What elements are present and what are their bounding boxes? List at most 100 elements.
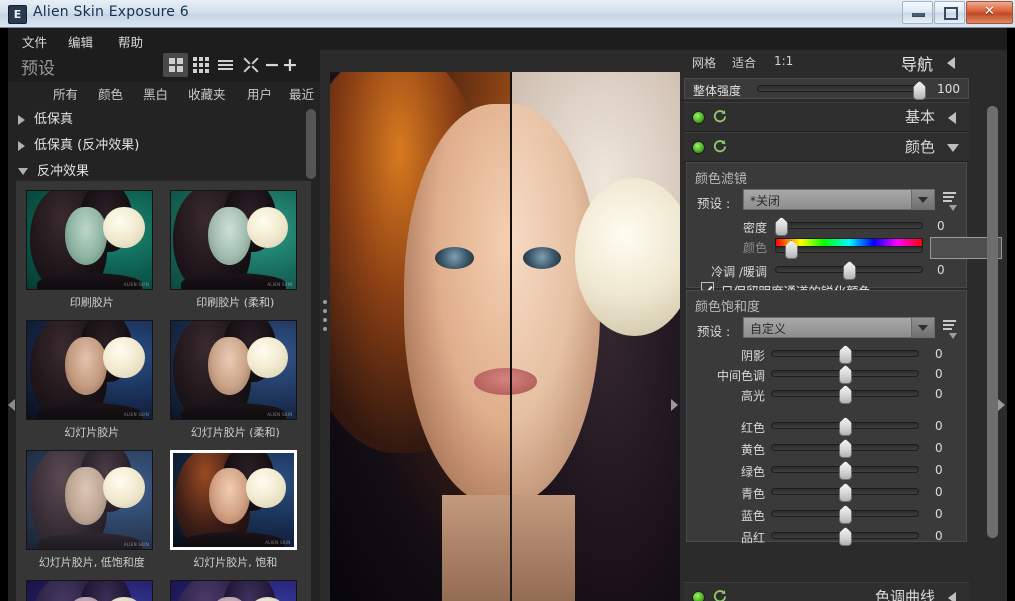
section-header-color[interactable]: 颜色 bbox=[684, 132, 969, 162]
tree-group-lowfi-crossprocess[interactable]: 低保真 (反冲效果) bbox=[8, 133, 320, 159]
preset-item-selected[interactable]: ALIEN SKIN 幻灯片胶片, 饱和 bbox=[169, 450, 302, 578]
color-filter-preset-combo[interactable]: *关闭 bbox=[743, 189, 935, 210]
preset-thumbnail[interactable]: ALIEN SKIN bbox=[26, 580, 153, 601]
color-saturation-menu-icon[interactable] bbox=[943, 320, 957, 339]
preset-thumbnail[interactable]: ALIEN SKIN bbox=[169, 450, 297, 550]
blue-knob[interactable] bbox=[839, 505, 852, 524]
section-enable-led-icon[interactable] bbox=[692, 111, 705, 124]
preset-item[interactable]: ALIEN SKIN 幻灯片胶片, 冷色 bbox=[169, 580, 302, 601]
color-saturation-preset-combo[interactable]: 自定义 bbox=[743, 317, 935, 338]
navigator-header: 网格 适合 1:1 导航 bbox=[684, 50, 969, 76]
preset-item[interactable]: ALIEN SKIN 印刷胶片 (柔和) bbox=[169, 190, 302, 318]
image-preview-area[interactable] bbox=[330, 50, 680, 601]
collapse-right-panel-button[interactable] bbox=[998, 390, 1007, 420]
view-mode-fit[interactable]: 适合 bbox=[732, 54, 756, 71]
preset-thumbnail[interactable]: ALIEN SKIN bbox=[26, 190, 153, 290]
filter-favorites[interactable]: 收藏夹 bbox=[188, 84, 226, 103]
density-knob[interactable] bbox=[775, 217, 788, 236]
splitter-grip-icon bbox=[323, 295, 327, 336]
preset-item[interactable]: ALIEN SKIN 幻灯片胶片 (柔和) bbox=[169, 320, 302, 448]
before-image bbox=[330, 72, 510, 601]
yellow-knob[interactable] bbox=[839, 439, 852, 458]
section-header-tone-curve[interactable]: 色调曲线 bbox=[684, 582, 969, 601]
cyan-knob[interactable] bbox=[839, 483, 852, 502]
maximize-button[interactable] bbox=[934, 1, 965, 24]
red-knob[interactable] bbox=[839, 417, 852, 436]
close-button[interactable]: ✕ bbox=[966, 1, 1013, 24]
yellow-label: 黄色 bbox=[740, 443, 765, 457]
minimize-icon bbox=[912, 13, 925, 17]
list-icon bbox=[218, 58, 233, 72]
section-header-basic[interactable]: 基本 bbox=[684, 102, 969, 132]
view-small-grid-button[interactable] bbox=[188, 53, 213, 77]
preset-item[interactable]: ALIEN SKIN 幻灯片胶片 bbox=[26, 320, 158, 448]
presets-panel: 预设 − + 所有 颜色 黑白 收藏夹 用户 最近 低保真 低保真 (反冲效果)… bbox=[8, 50, 320, 601]
preset-item[interactable]: ALIEN SKIN 印刷胶片 bbox=[26, 190, 158, 318]
filter-color[interactable]: 颜色 bbox=[98, 84, 123, 103]
highlights-knob[interactable] bbox=[839, 385, 852, 404]
collapse-center-button[interactable] bbox=[670, 390, 680, 420]
preview-before bbox=[330, 72, 510, 601]
preset-thumbnail[interactable]: ALIEN SKIN bbox=[26, 450, 153, 550]
reset-icon[interactable] bbox=[712, 589, 727, 601]
magenta-label: 品红 bbox=[740, 531, 765, 545]
overall-strength-knob[interactable] bbox=[913, 81, 926, 100]
left-splitter[interactable] bbox=[320, 50, 330, 601]
presets-view-mode-group: − + bbox=[163, 53, 299, 77]
view-mode-grid[interactable]: 网格 bbox=[692, 54, 716, 71]
density-slider-row: 密度 0 bbox=[687, 216, 968, 236]
chevron-down-icon[interactable] bbox=[911, 318, 934, 337]
preset-item[interactable]: ALIEN SKIN 幻灯片胶片, 蓝色 bbox=[26, 580, 158, 601]
shadows-slider-row: 阴影 0 bbox=[687, 344, 968, 364]
green-label: 绿色 bbox=[740, 465, 765, 479]
after-image bbox=[512, 72, 680, 601]
cyan-slider-row: 青色 0 bbox=[687, 482, 968, 502]
settings-scrollbar[interactable] bbox=[987, 106, 998, 538]
before-after-divider[interactable] bbox=[510, 72, 512, 601]
color-filter-menu-icon[interactable] bbox=[943, 192, 957, 211]
collapse-all-icon bbox=[242, 57, 259, 73]
magenta-value: 0 bbox=[935, 529, 943, 543]
chevron-left-icon bbox=[8, 399, 15, 411]
filter-user[interactable]: 用户 bbox=[247, 84, 272, 103]
preset-thumbnail[interactable]: ALIEN SKIN bbox=[169, 320, 297, 420]
thumb-size-decrease-button[interactable]: − bbox=[263, 55, 281, 75]
section-collapse-icon[interactable] bbox=[948, 592, 956, 601]
temperature-knob[interactable] bbox=[843, 261, 856, 280]
collapse-left-panel-button[interactable] bbox=[8, 390, 16, 420]
reset-icon[interactable] bbox=[712, 139, 727, 154]
midtones-knob[interactable] bbox=[839, 365, 852, 384]
tree-group-label: 低保真 (反冲效果) bbox=[34, 138, 140, 153]
preset-item[interactable]: ALIEN SKIN 幻灯片胶片, 低饱和度 bbox=[26, 450, 158, 578]
split-preview[interactable] bbox=[330, 72, 680, 601]
settings-scrollbar-thumb[interactable] bbox=[987, 106, 998, 538]
section-expand-icon[interactable] bbox=[947, 144, 959, 152]
section-enable-led-icon[interactable] bbox=[692, 141, 705, 154]
shadows-knob[interactable] bbox=[839, 345, 852, 364]
navigator-collapse-icon[interactable] bbox=[947, 57, 955, 69]
preset-thumbnail[interactable]: ALIEN SKIN bbox=[169, 190, 297, 290]
filter-all[interactable]: 所有 bbox=[53, 84, 78, 103]
tree-group-lowfi[interactable]: 低保真 bbox=[8, 107, 320, 133]
reset-icon[interactable] bbox=[712, 109, 727, 124]
preset-thumbnail[interactable]: ALIEN SKIN bbox=[26, 320, 153, 420]
chevron-down-icon[interactable] bbox=[911, 190, 934, 209]
preview-after bbox=[512, 72, 680, 601]
filter-recent[interactable]: 最近 bbox=[289, 84, 314, 103]
overall-strength-row: 整体强度 100 bbox=[684, 78, 969, 100]
filter-bw[interactable]: 黑白 bbox=[143, 84, 168, 103]
collapse-all-button[interactable] bbox=[238, 53, 263, 77]
view-mode-1-1[interactable]: 1:1 bbox=[774, 54, 793, 68]
green-knob[interactable] bbox=[839, 461, 852, 480]
section-enable-led-icon[interactable] bbox=[692, 591, 705, 601]
view-large-grid-button[interactable] bbox=[163, 53, 188, 77]
preset-thumbnail[interactable]: ALIEN SKIN bbox=[169, 580, 297, 601]
minimize-button[interactable] bbox=[902, 1, 933, 24]
large-grid-icon bbox=[168, 58, 183, 72]
magenta-knob[interactable] bbox=[839, 527, 852, 546]
section-collapse-icon[interactable] bbox=[948, 112, 956, 124]
thumb-size-increase-button[interactable]: + bbox=[281, 55, 299, 75]
density-track[interactable] bbox=[775, 222, 923, 229]
view-list-button[interactable] bbox=[213, 53, 238, 77]
overall-strength-track[interactable] bbox=[757, 85, 922, 92]
